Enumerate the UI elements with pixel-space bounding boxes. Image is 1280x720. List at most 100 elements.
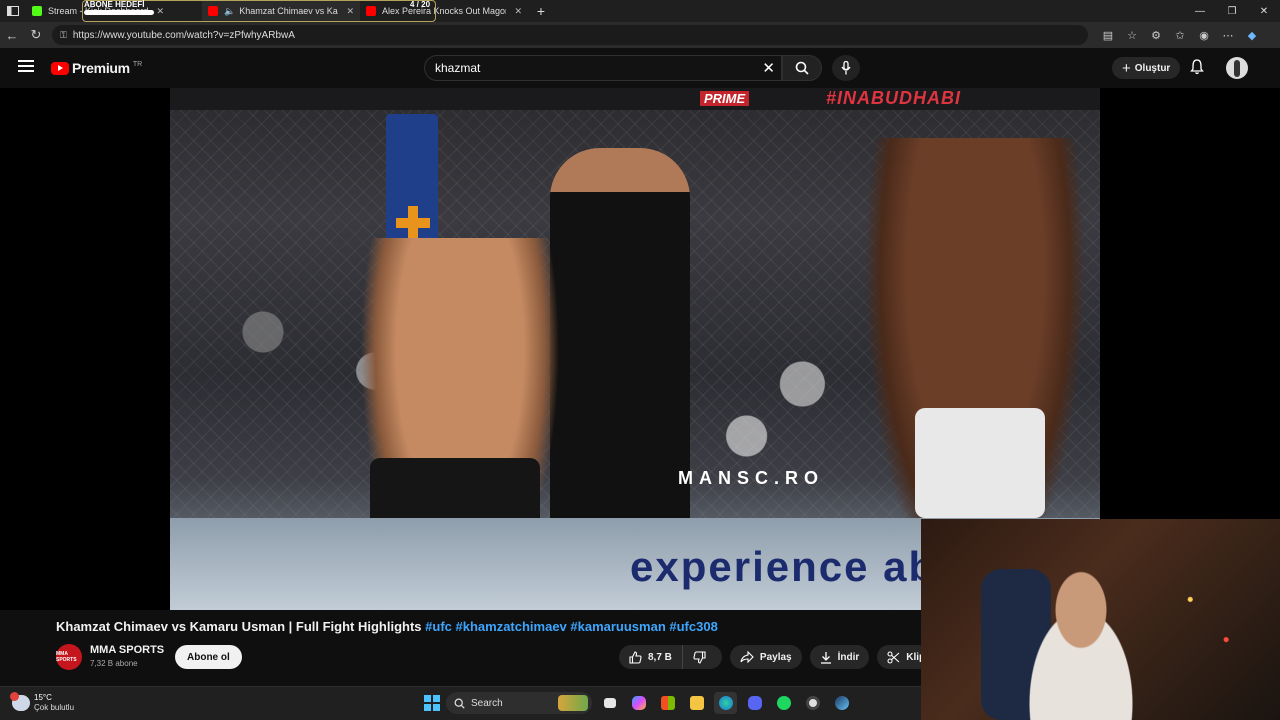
window-controls: — ❐ ✕: [1184, 6, 1280, 17]
weather-widget[interactable]: 15°C Çok bulutlu: [10, 692, 75, 713]
new-tab-button[interactable]: +: [528, 0, 554, 22]
search-placeholder: Search: [471, 697, 503, 709]
file-explorer-icon[interactable]: [685, 692, 708, 714]
windows-taskbar: 15°C Çok bulutlu Search: [0, 686, 921, 720]
reader-view-icon[interactable]: ▤: [1096, 29, 1120, 42]
voice-search-button[interactable]: [832, 55, 860, 81]
search-box: ✕: [424, 55, 782, 81]
search-button[interactable]: [782, 55, 822, 81]
plus-icon: +: [1122, 59, 1131, 77]
site-info-icon[interactable]: ⚿: [60, 30, 67, 41]
tab-actions-icon[interactable]: [0, 0, 26, 22]
tab-title: Alex Pereira Knocks Out Magome: [382, 6, 507, 16]
kick-icon: [32, 6, 42, 16]
favorites-icon[interactable]: ✩: [1168, 29, 1192, 42]
like-count: 8,7 B: [648, 651, 672, 663]
channel-name[interactable]: MMA SPORTS: [90, 644, 164, 656]
temperature: 15°C: [34, 693, 52, 702]
url-text: https://www.youtube.com/watch?v=zPfwhyAR…: [72, 29, 295, 41]
video-actions: 8,7 B Paylaş İndir Klip ...: [619, 645, 963, 669]
microsoft-store-icon[interactable]: [656, 692, 679, 714]
subscriber-count: 7,32 B abone: [90, 659, 138, 668]
extensions-icon[interactable]: ⚙: [1144, 29, 1168, 42]
edge-icon[interactable]: [714, 692, 737, 714]
taskbar-search[interactable]: Search: [446, 692, 592, 714]
spotify-icon[interactable]: [772, 692, 795, 714]
subscriber-goal-widget: ABONE HEDEFİ: [84, 0, 156, 15]
search-icon: [454, 698, 465, 709]
account-avatar[interactable]: [1226, 57, 1248, 79]
arena-banner: PRIME #INABUDHABI: [170, 88, 1100, 110]
dislike-button[interactable]: [683, 645, 722, 669]
post-cross-logo: [396, 206, 430, 240]
youtube-header: Premium TR ✕ + Oluştur: [0, 48, 1280, 88]
browser-tab-strip: Stream - Kick Dashboard ✕ 🔈 Khamzat Chim…: [0, 0, 1280, 22]
scissors-icon: [887, 650, 900, 664]
like-dislike-group: 8,7 B: [619, 645, 722, 669]
create-label: Oluştur: [1134, 62, 1171, 74]
banner-hashtag-text: #INABUDHABI: [826, 88, 962, 108]
tab-title: Khamzat Chimaev vs Kamaru: [239, 6, 338, 16]
search-icon: [795, 61, 809, 75]
logo-text: Premium: [72, 60, 130, 76]
task-view-icon[interactable]: [598, 692, 621, 714]
channel-avatar[interactable]: MMA SPORTS: [56, 644, 82, 670]
favorite-star-icon[interactable]: ☆: [1120, 29, 1144, 42]
download-button[interactable]: İndir: [809, 645, 870, 669]
fence-sponsor-text: MANSC.RO: [678, 468, 824, 488]
obs-icon[interactable]: [801, 692, 824, 714]
goal-count: 4 / 20: [410, 0, 431, 9]
weather-condition: Çok bulutlu: [34, 703, 75, 712]
share-icon: [740, 651, 754, 663]
download-label: İndir: [837, 651, 860, 663]
goal-label: ABONE HEDEFİ: [84, 0, 145, 9]
back-icon[interactable]: ←: [0, 28, 24, 43]
menu-icon[interactable]: [18, 60, 34, 75]
video-title-text: Khamzat Chimaev vs Kamaru Usman | Full F…: [56, 619, 426, 634]
browser-menu-icon[interactable]: ⋯: [1216, 29, 1240, 42]
goal-progress-bar: [84, 10, 154, 15]
youtube-premium-logo[interactable]: Premium TR: [51, 60, 142, 76]
close-tab-icon[interactable]: ✕: [514, 6, 522, 17]
tab-youtube-pereira[interactable]: Alex Pereira Knocks Out Magome ✕: [360, 0, 528, 22]
fighter-right-shorts: [915, 408, 1045, 518]
url-field[interactable]: ⚿ https://www.youtube.com/watch?v=zPfwhy…: [52, 25, 1088, 45]
region-code: TR: [132, 60, 143, 68]
youtube-icon: [366, 6, 376, 16]
taskbar-apps: Search: [424, 692, 853, 714]
thumbs-down-icon: [693, 650, 706, 664]
share-button[interactable]: Paylaş: [729, 645, 802, 669]
search-input[interactable]: [435, 61, 755, 75]
subscribe-button[interactable]: Abone ol: [175, 645, 242, 669]
streamer: [1001, 559, 1161, 720]
maximize-icon[interactable]: ❐: [1216, 6, 1248, 17]
search-highlight-art: [558, 695, 588, 711]
create-button[interactable]: + Oluştur: [1112, 57, 1181, 79]
copilot-icon[interactable]: [627, 692, 650, 714]
profile-icon[interactable]: ◉: [1192, 29, 1216, 42]
close-window-icon[interactable]: ✕: [1248, 6, 1280, 17]
cloudy-weather-icon: [10, 692, 30, 711]
microphone-icon: [841, 61, 851, 75]
browser-toolbar-icons: ▤ ☆ ⚙ ✩ ◉ ⋯ ◆: [1096, 29, 1264, 42]
streamer-webcam: [921, 519, 1280, 720]
discord-icon[interactable]: [743, 692, 766, 714]
like-button[interactable]: 8,7 B: [619, 645, 683, 669]
mat-sponsor-text: experience abu: [630, 543, 964, 590]
tab-youtube-video[interactable]: 🔈 Khamzat Chimaev vs Kamaru ✕: [202, 0, 360, 22]
steam-icon[interactable]: [830, 692, 853, 714]
youtube-play-logo-icon: [51, 61, 69, 75]
notifications-icon[interactable]: [1190, 59, 1204, 80]
share-label: Paylaş: [759, 651, 792, 663]
close-tab-icon[interactable]: ✕: [157, 6, 165, 17]
close-tab-icon[interactable]: ✕: [346, 6, 354, 17]
refresh-icon[interactable]: ↻: [24, 27, 48, 43]
copilot-icon[interactable]: ◆: [1240, 29, 1264, 42]
video-hashtags[interactable]: #ufc #khamzatchimaev #kamaruusman #ufc30…: [425, 619, 718, 634]
clear-search-icon[interactable]: ✕: [762, 59, 775, 77]
banner-prime-text: PRIME: [700, 91, 750, 106]
minimize-icon[interactable]: —: [1184, 6, 1216, 17]
youtube-icon: [208, 6, 218, 16]
windows-start-icon[interactable]: [424, 695, 440, 711]
speaker-icon[interactable]: 🔈: [224, 6, 235, 17]
